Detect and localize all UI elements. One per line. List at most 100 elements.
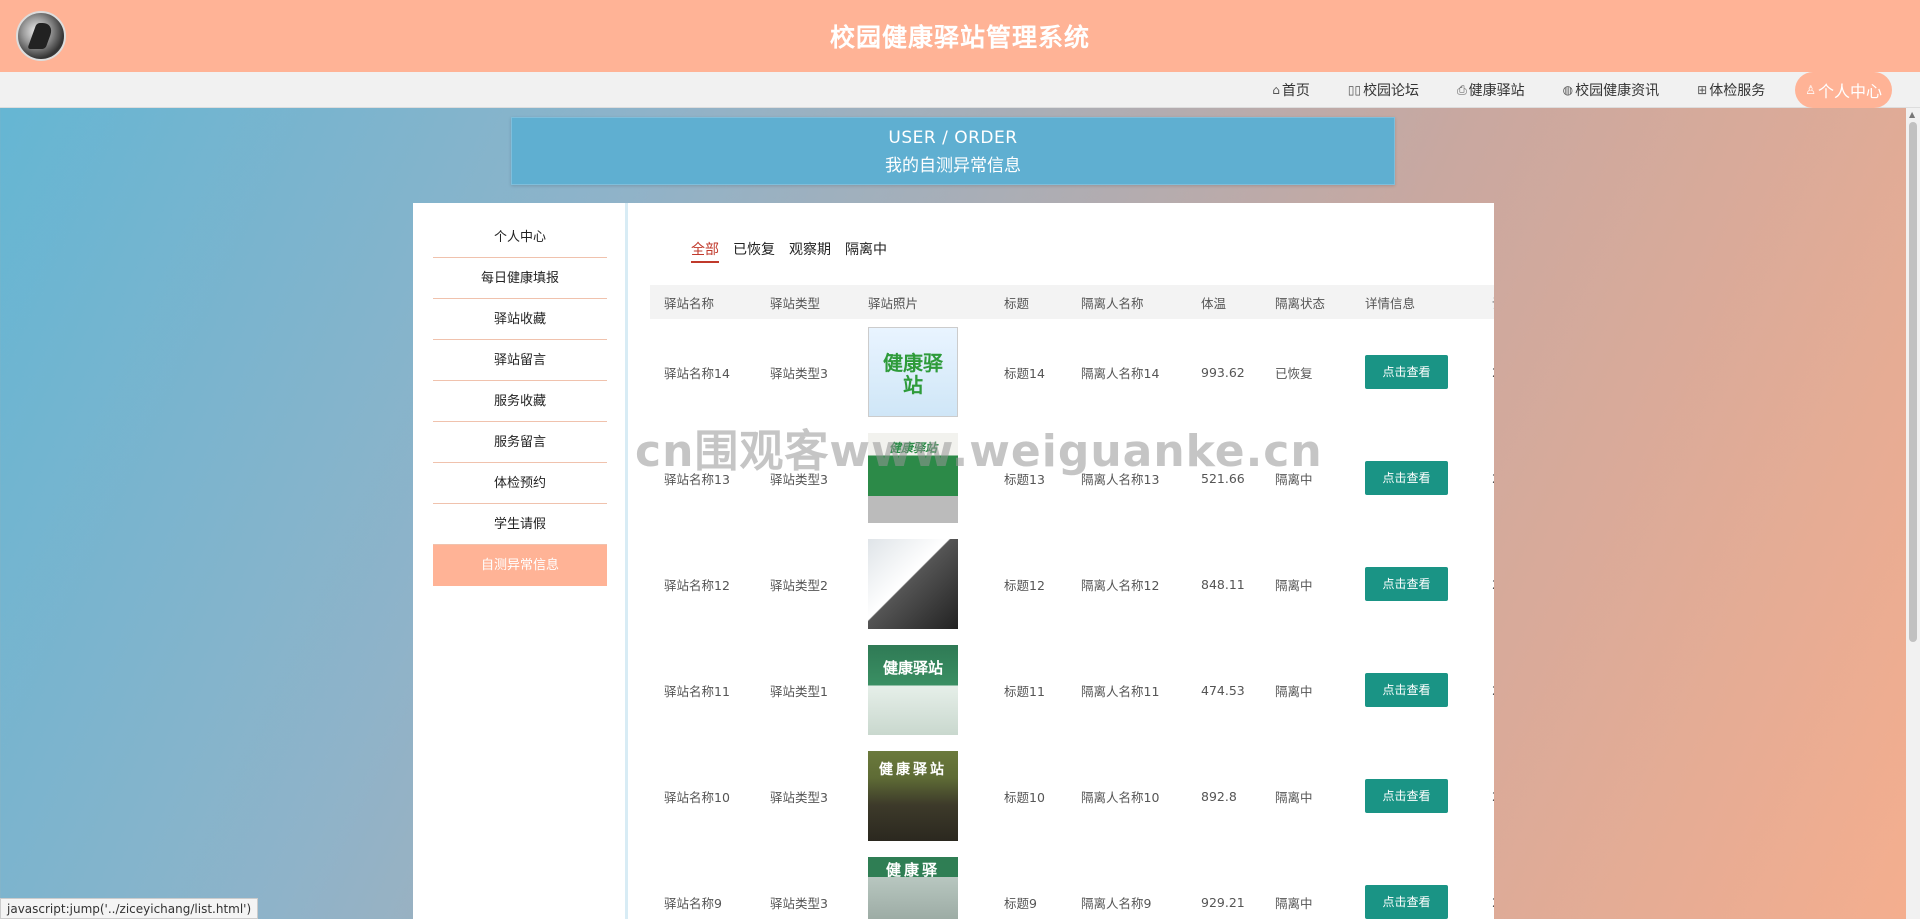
table-row: 驿站名称14 驿站类型3 健康驿站 标题14 隔离人名称14 993.62 已恢… [650,319,1494,425]
person-cell: 隔离人名称11 [1081,683,1160,699]
top-nav: ⌂ 首页 ▯▯ 校园论坛 ⎙ 健康驿站 ◍ 校园健康资讯 ⊞ 体检服务 ♙ 个人… [0,72,1920,108]
app-header: 校园健康驿站管理系统 [0,0,1920,72]
status-tabs: 全部 已恢复 观察期 隔离中 [691,239,901,263]
person-cell: 隔离人名称9 [1081,895,1152,911]
sidebar-item-service-messages[interactable]: 服务留言 [433,422,607,463]
status-cell: 隔离中 [1275,577,1313,593]
sidebar-item-self-test-abnormal[interactable]: 自测异常信息 [433,545,607,586]
column-header: 驿站类型 [756,285,854,319]
nav-item-forum[interactable]: ▯▯ 校园论坛 [1348,80,1419,100]
sidebar-item-user-center[interactable]: 个人中心 [433,217,607,258]
sidebar-item-student-leave[interactable]: 学生请假 [433,504,607,545]
station-type-cell: 驿站类型2 [770,577,828,593]
station-type-cell: 驿站类型3 [770,895,828,911]
extra-cell: 2 [1478,425,1494,531]
station-photo[interactable]: 健康驿站 [868,327,958,417]
table-row: 驿站名称9 驿站类型3 健康驿 标题9 隔离人名称9 929.21 隔离中 点击… [650,849,1494,919]
station-photo[interactable] [868,539,958,629]
nav-item-label: 体检服务 [1709,83,1766,99]
view-details-button[interactable]: 点击查看 [1365,355,1448,389]
tab-all[interactable]: 全部 [691,239,719,263]
nav-item-checkup[interactable]: ⊞ 体检服务 [1697,80,1765,100]
forum-icon: ▯▯ [1347,83,1362,97]
station-type-cell: 驿站类型3 [770,365,828,381]
title-cell: 标题11 [1004,683,1045,699]
column-header: 驿站名称 [650,285,756,319]
extra-cell: 2 [1478,637,1494,743]
nav-item-user-center[interactable]: ♙ 个人中心 [1795,72,1892,108]
page-title: 我的自测异常信息 [885,156,1021,176]
station-type-cell: 驿站类型3 [770,789,828,805]
station-photo[interactable]: 健康驿站 [868,645,958,735]
title-cell: 标题12 [1004,577,1045,593]
nav-item-home[interactable]: ⌂ 首页 [1272,80,1310,100]
nav-item-health-station[interactable]: ⎙ 健康驿站 [1457,80,1525,100]
nav-item-label: 健康驿站 [1468,83,1525,99]
temperature-cell: 848.11 [1201,576,1245,592]
gift-icon: ⊞ [1697,83,1708,97]
content-panel: 个人中心 每日健康填报 驿站收藏 驿站留言 服务收藏 服务留言 体检预约 学生请… [413,203,1494,919]
globe-icon: ◍ [1562,83,1574,97]
station-name-cell: 驿站名称11 [664,683,730,699]
main-area: 全部 已恢复 观察期 隔离中 驿站名称 驿站类型 驿站照片 标题 隔离人名称 体… [631,203,1494,919]
photo-sign-text: 健康驿站 [883,351,943,397]
nav-item-health-news[interactable]: ◍ 校园健康资讯 [1563,80,1659,100]
sidebar-item-service-favorites[interactable]: 服务收藏 [433,381,607,422]
tab-isolation[interactable]: 隔离中 [845,239,887,263]
nav-item-label: 首页 [1281,83,1310,99]
station-photo[interactable]: 健康驿 [868,857,958,919]
photo-sign-text: 健康驿站 [879,762,947,778]
extra-cell: 2 [1478,531,1494,637]
person-cell: 隔离人名称14 [1081,365,1160,381]
view-details-button[interactable]: 点击查看 [1365,779,1448,813]
page-scrollbar[interactable]: ▲ [1906,108,1920,919]
extra-cell: 2 [1478,849,1494,919]
view-details-button[interactable]: 点击查看 [1365,461,1448,495]
column-header: 标题 [990,285,1067,319]
table-row: 驿站名称11 驿站类型1 健康驿站 标题11 隔离人名称11 474.53 隔离… [650,637,1494,743]
sidebar-item-station-messages[interactable]: 驿站留言 [433,340,607,381]
sidebar-item-checkup-booking[interactable]: 体检预约 [433,463,607,504]
scrollbar-thumb[interactable] [1909,122,1917,642]
tab-observation[interactable]: 观察期 [789,239,831,263]
nav-item-label: 校园健康资讯 [1575,83,1660,99]
column-header: 隔离状态 [1261,285,1351,319]
view-details-button[interactable]: 点击查看 [1365,673,1448,707]
station-name-cell: 驿站名称9 [664,895,722,911]
temperature-cell: 892.8 [1201,788,1237,804]
printer-icon: ⎙ [1457,82,1467,97]
photo-sign-text: 健康驿 [885,861,940,879]
person-cell: 隔离人名称12 [1081,577,1160,593]
column-header: 体温 [1187,285,1261,319]
page-banner: USER / ORDER 我的自测异常信息 [511,117,1395,185]
extra-cell: 2 [1478,319,1494,425]
title-cell: 标题10 [1004,789,1045,805]
table-row: 驿站名称10 驿站类型3 健康驿站 标题10 隔离人名称10 892.8 隔离中… [650,743,1494,849]
station-name-cell: 驿站名称12 [664,577,730,593]
banner-subtitle: USER / ORDER [888,128,1018,148]
temperature-cell: 929.21 [1201,894,1245,910]
sidebar-item-station-favorites[interactable]: 驿站收藏 [433,299,607,340]
app-title: 校园健康驿站管理系统 [829,23,1090,52]
view-details-button[interactable]: 点击查看 [1365,567,1448,601]
station-photo[interactable]: 健康驿站 [868,751,958,841]
status-cell: 隔离中 [1275,683,1313,699]
tab-recovered[interactable]: 已恢复 [733,239,775,263]
table-row: 驿站名称12 驿站类型2 标题12 隔离人名称12 848.11 隔离中 点击查… [650,531,1494,637]
scroll-up-arrow-icon[interactable]: ▲ [1909,110,1915,119]
status-cell: 已恢复 [1275,365,1313,381]
person-cell: 隔离人名称10 [1081,789,1160,805]
sidebar-item-daily-report[interactable]: 每日健康填报 [433,258,607,299]
photo-sign-text: 健康驿站 [882,659,943,677]
temperature-cell: 474.53 [1201,682,1245,698]
station-name-cell: 驿站名称14 [664,365,730,381]
station-name-cell: 驿站名称10 [664,789,730,805]
view-details-button[interactable]: 点击查看 [1365,885,1448,919]
nav-item-label: 个人中心 [1817,82,1882,101]
user-icon: ♙ [1805,83,1816,97]
temperature-cell: 993.62 [1201,364,1245,380]
column-header: 驿站照片 [854,285,990,319]
status-cell: 隔离中 [1275,789,1313,805]
nav-item-label: 校园论坛 [1363,83,1420,99]
column-header: 详情信息 [1351,285,1478,319]
